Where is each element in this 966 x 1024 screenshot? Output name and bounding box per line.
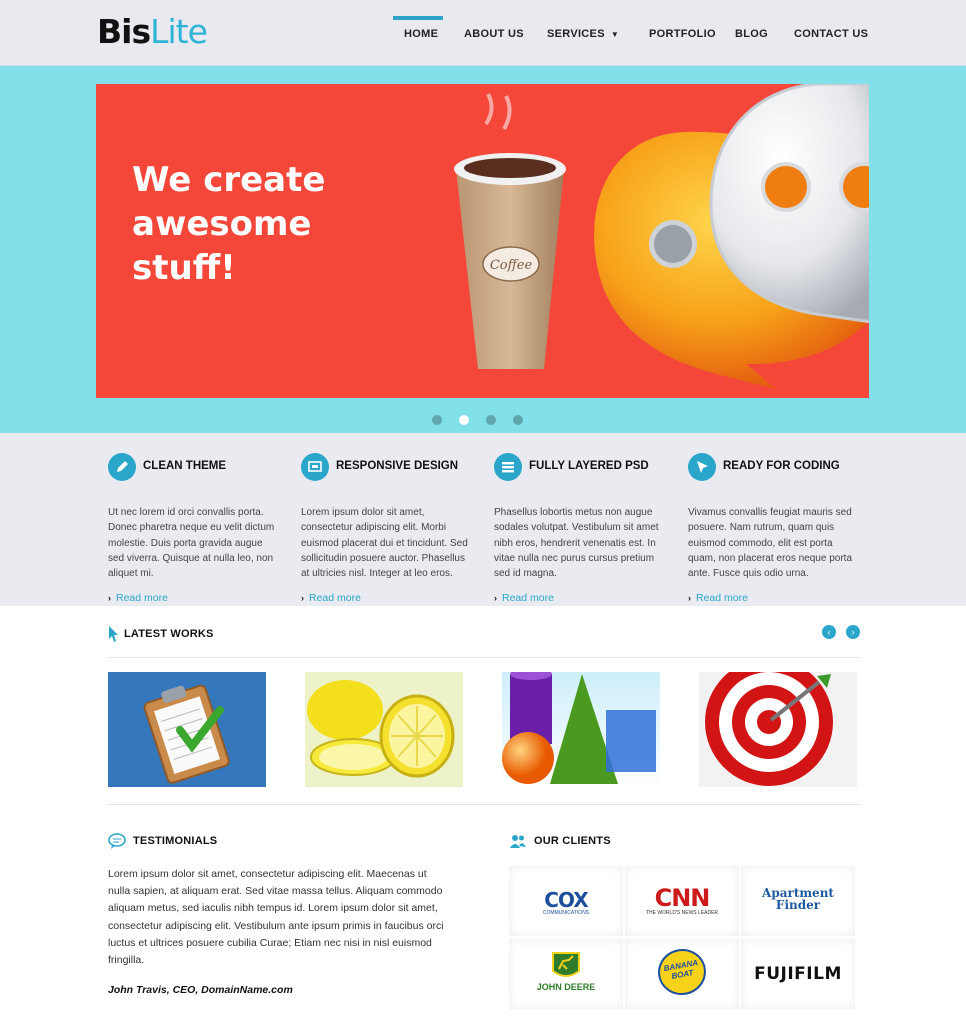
read-more-label: Read more bbox=[309, 592, 361, 604]
target-image bbox=[699, 672, 857, 787]
cnn-logo-text: CNN bbox=[654, 884, 711, 912]
feature-text: Phasellus lobortis metus non augue sodal… bbox=[494, 507, 659, 580]
feature-title: CLEAN THEME bbox=[143, 460, 227, 472]
read-more-link[interactable]: › Read more bbox=[108, 592, 168, 604]
works-prev-button[interactable]: ‹ bbox=[822, 625, 836, 639]
chevron-right-icon: › bbox=[688, 593, 691, 603]
client-john-deere-logo[interactable]: JOHN DEERE bbox=[509, 939, 623, 1009]
slider-dots bbox=[432, 412, 540, 425]
feature-title: RESPONSIVE DESIGN bbox=[336, 460, 459, 472]
monitor-icon bbox=[301, 453, 329, 481]
main-nav: HOME ABOUT US SERVICES ▼ PORTFOLIO BLOG C… bbox=[0, 0, 966, 66]
nav-services-label: SERVICES bbox=[547, 28, 605, 40]
read-more-label: Read more bbox=[116, 592, 168, 604]
read-more-link[interactable]: › Read more bbox=[301, 592, 361, 604]
john-deere-text: JOHN DEERE bbox=[536, 982, 596, 992]
nav-services[interactable]: SERVICES ▼ bbox=[547, 28, 619, 40]
read-more-link[interactable]: › Read more bbox=[494, 592, 554, 604]
client-cox-logo[interactable]: COX COMMUNICATIONS bbox=[509, 866, 623, 936]
slider-dot-2[interactable] bbox=[459, 415, 469, 425]
read-more-label: Read more bbox=[696, 592, 748, 604]
work-item-lemons[interactable] bbox=[305, 672, 463, 787]
work-item-shapes[interactable] bbox=[502, 672, 660, 787]
coffee-cup-icon: Coffee bbox=[454, 93, 566, 369]
nav-blog[interactable]: BLOG bbox=[735, 28, 768, 40]
nav-about[interactable]: ABOUT US bbox=[464, 28, 524, 40]
testimonial-quote: Lorem ipsum dolor sit amet, consectetur … bbox=[108, 868, 444, 967]
clients-grid: COX COMMUNICATIONS CNN THE WORLD'S NEWS … bbox=[509, 866, 855, 1010]
cox-logo-subtext: COMMUNICATIONS bbox=[542, 910, 590, 916]
layers-icon bbox=[494, 453, 522, 481]
nav-contact[interactable]: CONTACT US bbox=[794, 28, 868, 40]
works-next-button[interactable]: › bbox=[846, 625, 860, 639]
latest-works-header: LATEST WORKS ‹ › bbox=[108, 625, 860, 658]
pencil-icon bbox=[108, 453, 136, 481]
client-apartment-finder-logo[interactable]: Apartment Finder bbox=[741, 866, 855, 936]
hero-illustration: Coffee bbox=[454, 84, 869, 389]
client-banana-boat-logo[interactable]: BANANA BOAT bbox=[625, 939, 739, 1009]
site-header: BisLite HOME ABOUT US SERVICES ▼ PORTFOLI… bbox=[0, 0, 966, 66]
feature-text: Vivamus convallis feugiat mauris sed pos… bbox=[688, 507, 852, 580]
feature-text: Lorem ipsum dolor sit amet, consectetur … bbox=[301, 507, 468, 580]
slider-dot-4[interactable] bbox=[513, 415, 523, 425]
fujifilm-logo-text: FUJIFILM bbox=[754, 964, 842, 984]
hero-slide: We create awesome stuff! Coffee bbox=[96, 84, 869, 398]
apartment-finder-line-2: Finder bbox=[775, 898, 821, 912]
cox-logo-text: COX bbox=[544, 888, 588, 912]
cursor-icon bbox=[688, 453, 716, 481]
testimonial-author: John Travis, CEO, DomainName.com bbox=[108, 984, 293, 996]
work-item-target[interactable] bbox=[699, 672, 857, 787]
arrow-pointer-icon bbox=[109, 626, 118, 642]
slider-dot-1[interactable] bbox=[432, 415, 442, 425]
slider-dot-3[interactable] bbox=[486, 415, 496, 425]
users-icon bbox=[510, 835, 526, 848]
chevron-right-icon: › bbox=[301, 593, 304, 603]
chevron-down-icon: ▼ bbox=[610, 30, 620, 39]
features-section: CLEAN THEME Ut nec lorem id orci convall… bbox=[0, 433, 966, 606]
feature-text: Ut nec lorem id orci convallis porta. Do… bbox=[108, 507, 275, 580]
deer-icon bbox=[552, 952, 580, 977]
read-more-label: Read more bbox=[502, 592, 554, 604]
cnn-logo-subtext: THE WORLD'S NEWS LEADER bbox=[645, 910, 719, 916]
section-divider bbox=[108, 804, 860, 805]
feature-title: FULLY LAYERED PSD bbox=[529, 460, 649, 472]
cup-label-text: Coffee bbox=[490, 258, 533, 273]
client-cnn-logo[interactable]: CNN THE WORLD'S NEWS LEADER bbox=[625, 866, 739, 936]
feature-title: READY FOR CODING bbox=[723, 460, 840, 472]
hero-section: We create awesome stuff! Coffee bbox=[0, 66, 966, 433]
nav-home[interactable]: HOME bbox=[392, 16, 444, 40]
client-fujifilm-logo[interactable]: FUJIFILM bbox=[741, 939, 855, 1009]
lemons-image bbox=[305, 672, 463, 787]
shapes-image bbox=[502, 672, 660, 787]
testimonials-title: TESTIMONIALS bbox=[133, 835, 218, 847]
clients-title: OUR CLIENTS bbox=[534, 835, 611, 847]
chevron-right-icon: › bbox=[494, 593, 497, 603]
clipboard-image bbox=[108, 672, 266, 787]
read-more-link[interactable]: › Read more bbox=[688, 592, 748, 604]
nav-portfolio[interactable]: PORTFOLIO bbox=[649, 28, 716, 40]
chevron-right-icon: › bbox=[108, 593, 111, 603]
work-item-clipboard[interactable] bbox=[108, 672, 266, 787]
latest-works-title: LATEST WORKS bbox=[124, 628, 214, 640]
speech-bubble-icon bbox=[108, 833, 126, 849]
